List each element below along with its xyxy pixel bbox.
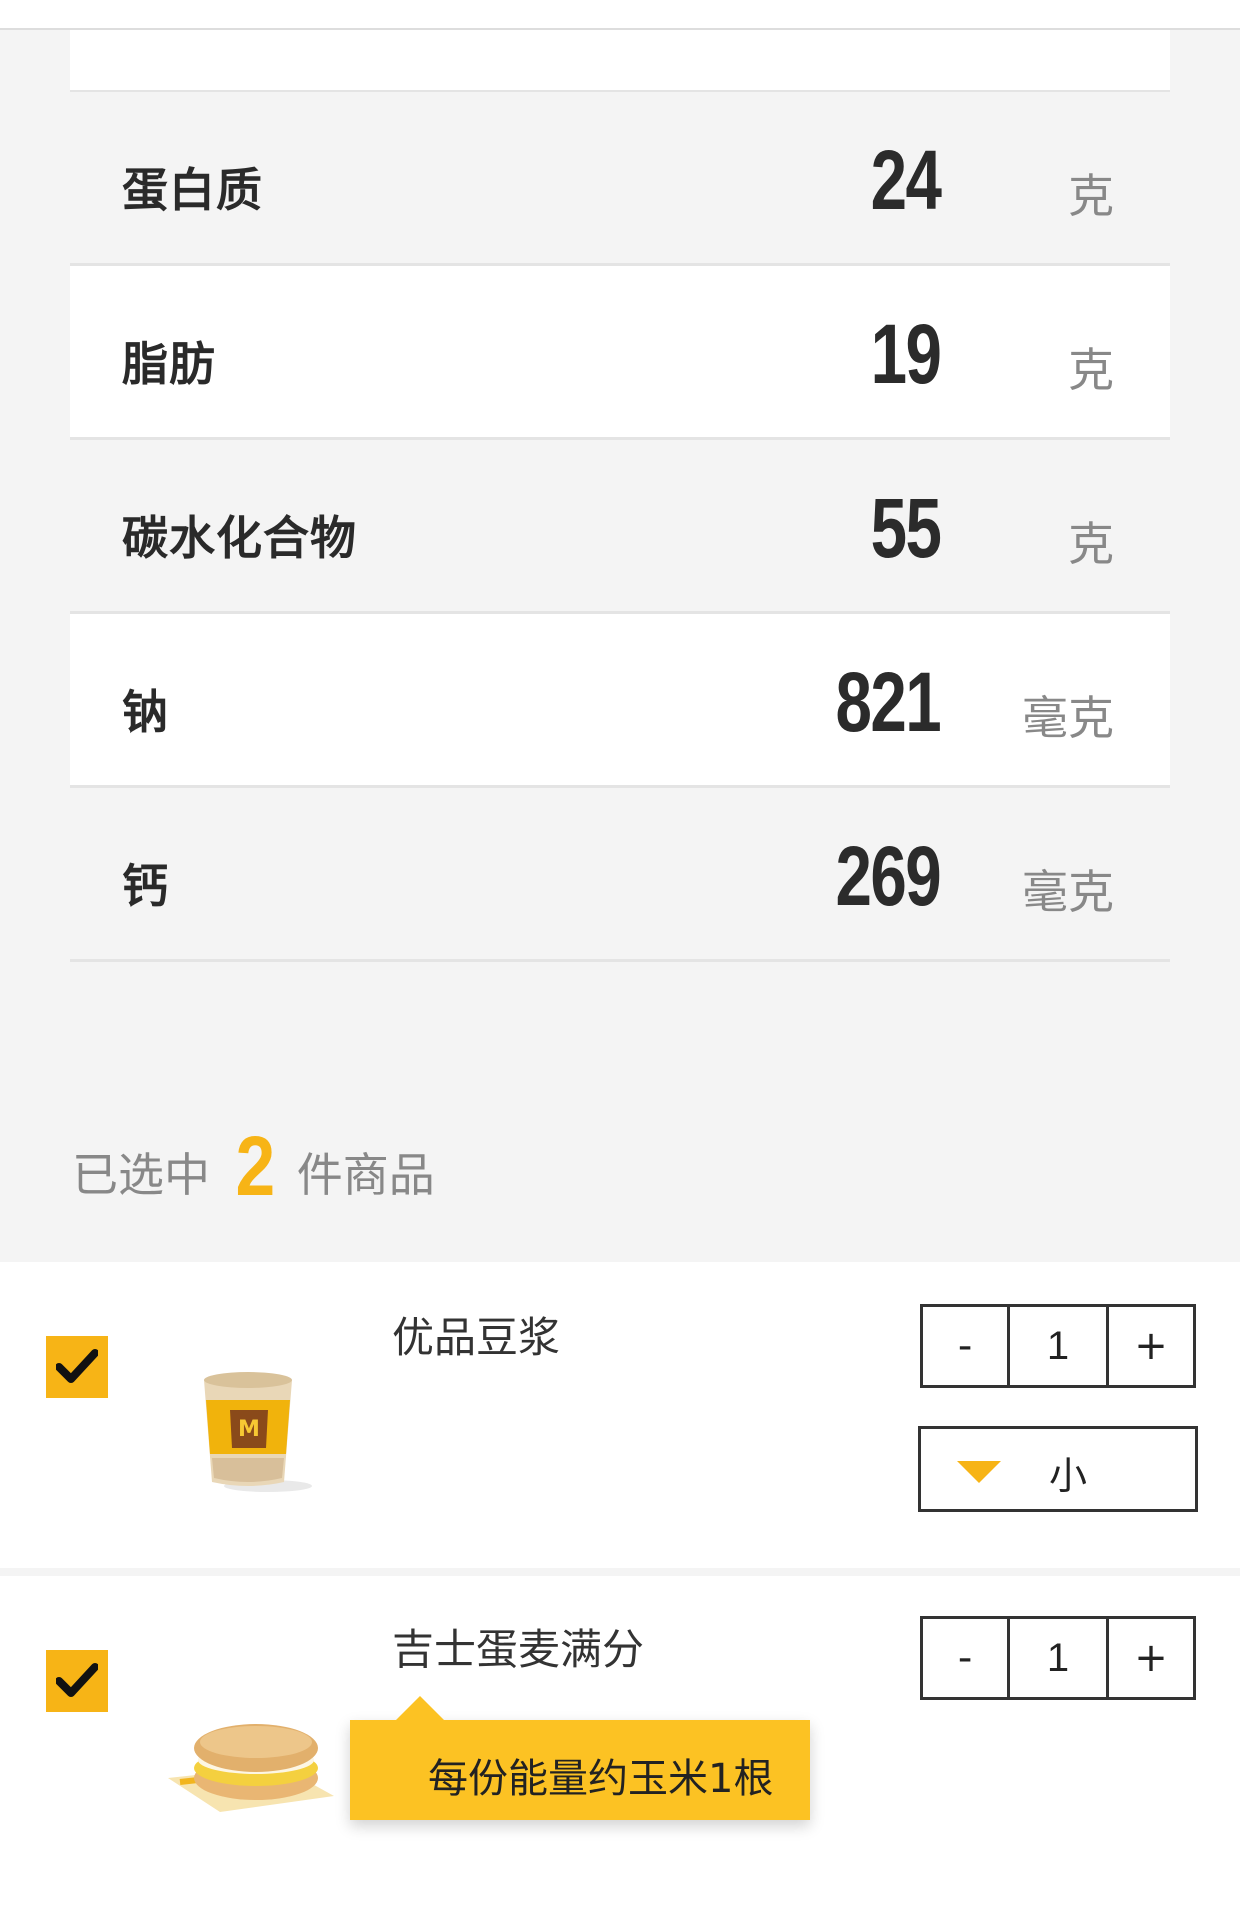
dropdown-caret-icon bbox=[957, 1461, 1001, 1483]
soy-milk-cup-icon: M bbox=[196, 1366, 326, 1500]
size-value: 小 bbox=[1049, 1454, 1088, 1498]
decrease-button[interactable]: - bbox=[923, 1619, 1007, 1697]
selected-prefix: 已选中 bbox=[72, 1148, 210, 1202]
increase-button[interactable]: + bbox=[1109, 1307, 1193, 1385]
item-checkbox[interactable] bbox=[46, 1650, 108, 1712]
nutrient-name: 钙 bbox=[122, 859, 169, 913]
increase-button[interactable]: + bbox=[1109, 1619, 1193, 1697]
nutrition-row-fat: 脂肪 19 克 bbox=[70, 266, 1170, 440]
nutrient-value: 269 bbox=[835, 829, 941, 923]
quantity-value: 1 bbox=[1007, 1619, 1109, 1697]
size-dropdown[interactable]: 小 bbox=[918, 1426, 1198, 1512]
cart-item-egg-muffin: 吉士蛋麦满分 - 1 + 每份能量约玉米1根 bbox=[0, 1576, 1240, 1922]
decrease-button[interactable]: - bbox=[923, 1307, 1007, 1385]
nutrient-name: 脂肪 bbox=[122, 337, 216, 391]
nutrient-name: 钠 bbox=[122, 685, 169, 739]
quantity-stepper: - 1 + bbox=[920, 1304, 1196, 1388]
tooltip-text: 每份能量约玉米1根 bbox=[428, 1756, 774, 1802]
nutrient-unit: 克 bbox=[1068, 343, 1114, 397]
nutrient-unit: 毫克 bbox=[1022, 691, 1114, 745]
selected-count-summary: 已选中 2 件商品 bbox=[72, 1118, 435, 1215]
selected-suffix: 件商品 bbox=[296, 1148, 435, 1202]
nutrient-value: 55 bbox=[870, 481, 941, 575]
nutrition-row-partial bbox=[70, 30, 1170, 92]
nutrient-name: 碳水化合物 bbox=[122, 511, 357, 565]
nutrient-unit: 毫克 bbox=[1022, 865, 1114, 919]
product-name: 吉士蛋麦满分 bbox=[392, 1625, 645, 1674]
nutrition-row-carbs: 碳水化合物 55 克 bbox=[70, 440, 1170, 614]
nutrition-row-protein: 蛋白质 24 克 bbox=[70, 92, 1170, 266]
svg-text:M: M bbox=[238, 1417, 260, 1442]
item-checkbox[interactable] bbox=[46, 1336, 108, 1398]
tooltip-arrow bbox=[394, 1696, 446, 1722]
nutrient-value: 19 bbox=[870, 307, 941, 401]
quantity-stepper: - 1 + bbox=[920, 1616, 1196, 1700]
nutrient-unit: 克 bbox=[1068, 517, 1114, 571]
nutrition-row-calcium: 钙 269 毫克 bbox=[70, 788, 1170, 962]
checkmark-icon bbox=[56, 1663, 98, 1697]
energy-tooltip: 每份能量约玉米1根 bbox=[350, 1696, 810, 1820]
cart-item-soy-milk: M 优品豆浆 - 1 + 小 bbox=[0, 1262, 1240, 1568]
nutrient-unit: 克 bbox=[1068, 169, 1114, 223]
nutrition-table: 蛋白质 24 克 脂肪 19 克 碳水化合物 55 克 钠 821 毫克 钙 2… bbox=[70, 92, 1170, 962]
nutrition-row-sodium: 钠 821 毫克 bbox=[70, 614, 1170, 788]
egg-muffin-icon bbox=[160, 1708, 340, 1822]
top-divider bbox=[0, 0, 1240, 30]
nutrient-value: 24 bbox=[870, 133, 941, 227]
nutrient-name: 蛋白质 bbox=[122, 163, 263, 217]
product-name: 优品豆浆 bbox=[392, 1313, 561, 1362]
nutrient-value: 821 bbox=[835, 655, 941, 749]
selected-count: 2 bbox=[235, 1119, 276, 1213]
checkmark-icon bbox=[56, 1349, 98, 1383]
quantity-value: 1 bbox=[1007, 1307, 1109, 1385]
